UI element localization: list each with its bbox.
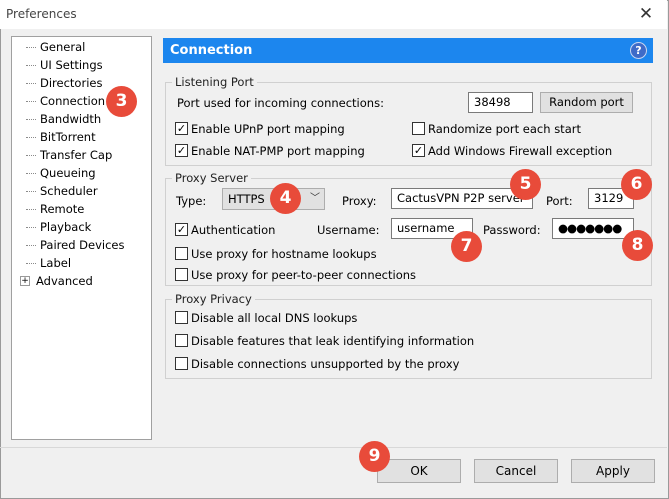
- tree-item-scheduler[interactable]: Scheduler: [12, 183, 98, 200]
- peer-connections-label: Use proxy for peer-to-peer connections: [191, 268, 417, 282]
- tree-item-label: UI Settings: [40, 58, 103, 72]
- help-icon[interactable]: ?: [630, 42, 647, 59]
- hostname-lookups-label: Use proxy for hostname lookups: [191, 247, 377, 261]
- tree-item-label: Connection: [40, 94, 106, 108]
- tree-item-connection[interactable]: Connection: [12, 93, 105, 110]
- tree-item-label: Playback: [40, 220, 92, 234]
- expand-plus-icon[interactable]: +: [20, 276, 30, 286]
- incoming-port-label: Port used for incoming connections:: [177, 96, 384, 110]
- annotation-badge: 3: [106, 86, 137, 117]
- tree-item-ui-settings[interactable]: UI Settings: [12, 57, 103, 74]
- tree-item-transfer-cap[interactable]: Transfer Cap: [12, 147, 112, 164]
- proxy-host-label: Proxy:: [342, 194, 377, 208]
- tree-item-directories[interactable]: Directories: [12, 75, 102, 92]
- tree-item-label: Label: [40, 256, 72, 270]
- apply-button[interactable]: Apply: [571, 459, 655, 483]
- dns-lookups-checkbox[interactable]: [175, 311, 188, 324]
- proxy-type-label: Type:: [176, 194, 207, 208]
- tree-item-general[interactable]: General: [12, 39, 85, 56]
- tree-item-bittorrent[interactable]: BitTorrent: [12, 129, 96, 146]
- password-input[interactable]: ●●●●●●●: [552, 218, 634, 239]
- annotation-badge: 4: [270, 183, 301, 214]
- tree-item-label: Remote: [40, 202, 85, 216]
- unsupported-connections-checkbox[interactable]: [175, 357, 188, 370]
- tree-item-label: Queueing: [40, 166, 96, 180]
- nat-pmp-label: Enable NAT-PMP port mapping: [191, 144, 365, 158]
- randomize-port-label: Randomize port each start: [428, 122, 581, 136]
- proxy-type-value: HTTPS: [228, 192, 265, 206]
- tree-item-label: Bandwidth: [40, 112, 102, 126]
- ok-button[interactable]: OK: [377, 459, 461, 483]
- tree-item-remote[interactable]: Remote: [12, 201, 84, 218]
- tree-item-queueing[interactable]: Queueing: [12, 165, 96, 182]
- identifying-info-checkbox[interactable]: [175, 334, 188, 347]
- chevron-down-icon: ﹀: [310, 193, 320, 204]
- tree-item-label: General: [40, 40, 86, 54]
- random-port-button[interactable]: Random port: [540, 92, 633, 113]
- identifying-info-label: Disable features that leak identifying i…: [191, 334, 475, 348]
- tree-item-bandwidth[interactable]: Bandwidth: [12, 111, 101, 128]
- hostname-lookups-checkbox[interactable]: [175, 247, 188, 260]
- tree-item-label[interactable]: Label: [12, 255, 71, 272]
- firewall-checkbox[interactable]: ✓: [412, 144, 425, 157]
- tree-item-label: BitTorrent: [40, 130, 96, 144]
- group-legend: Proxy Privacy: [172, 292, 255, 306]
- tree-item-label: Directories: [40, 76, 103, 90]
- annotation-badge: 6: [621, 169, 652, 200]
- tree-item-paired-devices[interactable]: Paired Devices: [12, 237, 125, 254]
- page-title: Connection: [170, 43, 253, 58]
- title-bar: Preferences ✕: [0, 0, 667, 29]
- divider: [0, 447, 667, 448]
- tree-item-label: Scheduler: [40, 184, 98, 198]
- annotation-badge: 5: [510, 169, 541, 200]
- username-label: Username:: [317, 223, 380, 237]
- unsupported-connections-label: Disable connections unsupported by the p…: [191, 357, 460, 371]
- window-title: Preferences: [6, 7, 77, 21]
- tree-item-label: Advanced: [36, 274, 93, 288]
- firewall-label: Add Windows Firewall exception: [428, 144, 613, 158]
- group-legend: Proxy Server: [172, 171, 251, 185]
- tree-item-label: Transfer Cap: [40, 148, 113, 162]
- tree-item-label: Paired Devices: [40, 238, 125, 252]
- authentication-label: Authentication: [191, 223, 276, 237]
- upnp-label: Enable UPnP port mapping: [191, 122, 345, 136]
- tree-item-playback[interactable]: Playback: [12, 219, 91, 236]
- nat-pmp-checkbox[interactable]: ✓: [175, 144, 188, 157]
- tree-item-advanced[interactable]: + Advanced: [12, 273, 93, 290]
- annotation-badge: 8: [622, 230, 653, 261]
- incoming-port-input[interactable]: 38498: [468, 92, 533, 113]
- authentication-checkbox[interactable]: ✓: [175, 223, 188, 236]
- group-legend: Listening Port: [172, 75, 257, 89]
- randomize-port-checkbox[interactable]: [412, 122, 425, 135]
- cancel-button[interactable]: Cancel: [474, 459, 558, 483]
- password-label: Password:: [483, 223, 541, 237]
- dns-lookups-label: Disable all local DNS lookups: [191, 311, 358, 325]
- peer-connections-checkbox[interactable]: [175, 268, 188, 281]
- proxy-port-label: Port:: [546, 194, 573, 208]
- annotation-badge: 7: [451, 231, 482, 262]
- annotation-badge: 9: [359, 441, 390, 472]
- section-header: Connection ?: [163, 38, 653, 63]
- upnp-checkbox[interactable]: ✓: [175, 122, 188, 135]
- close-icon[interactable]: ✕: [633, 3, 659, 25]
